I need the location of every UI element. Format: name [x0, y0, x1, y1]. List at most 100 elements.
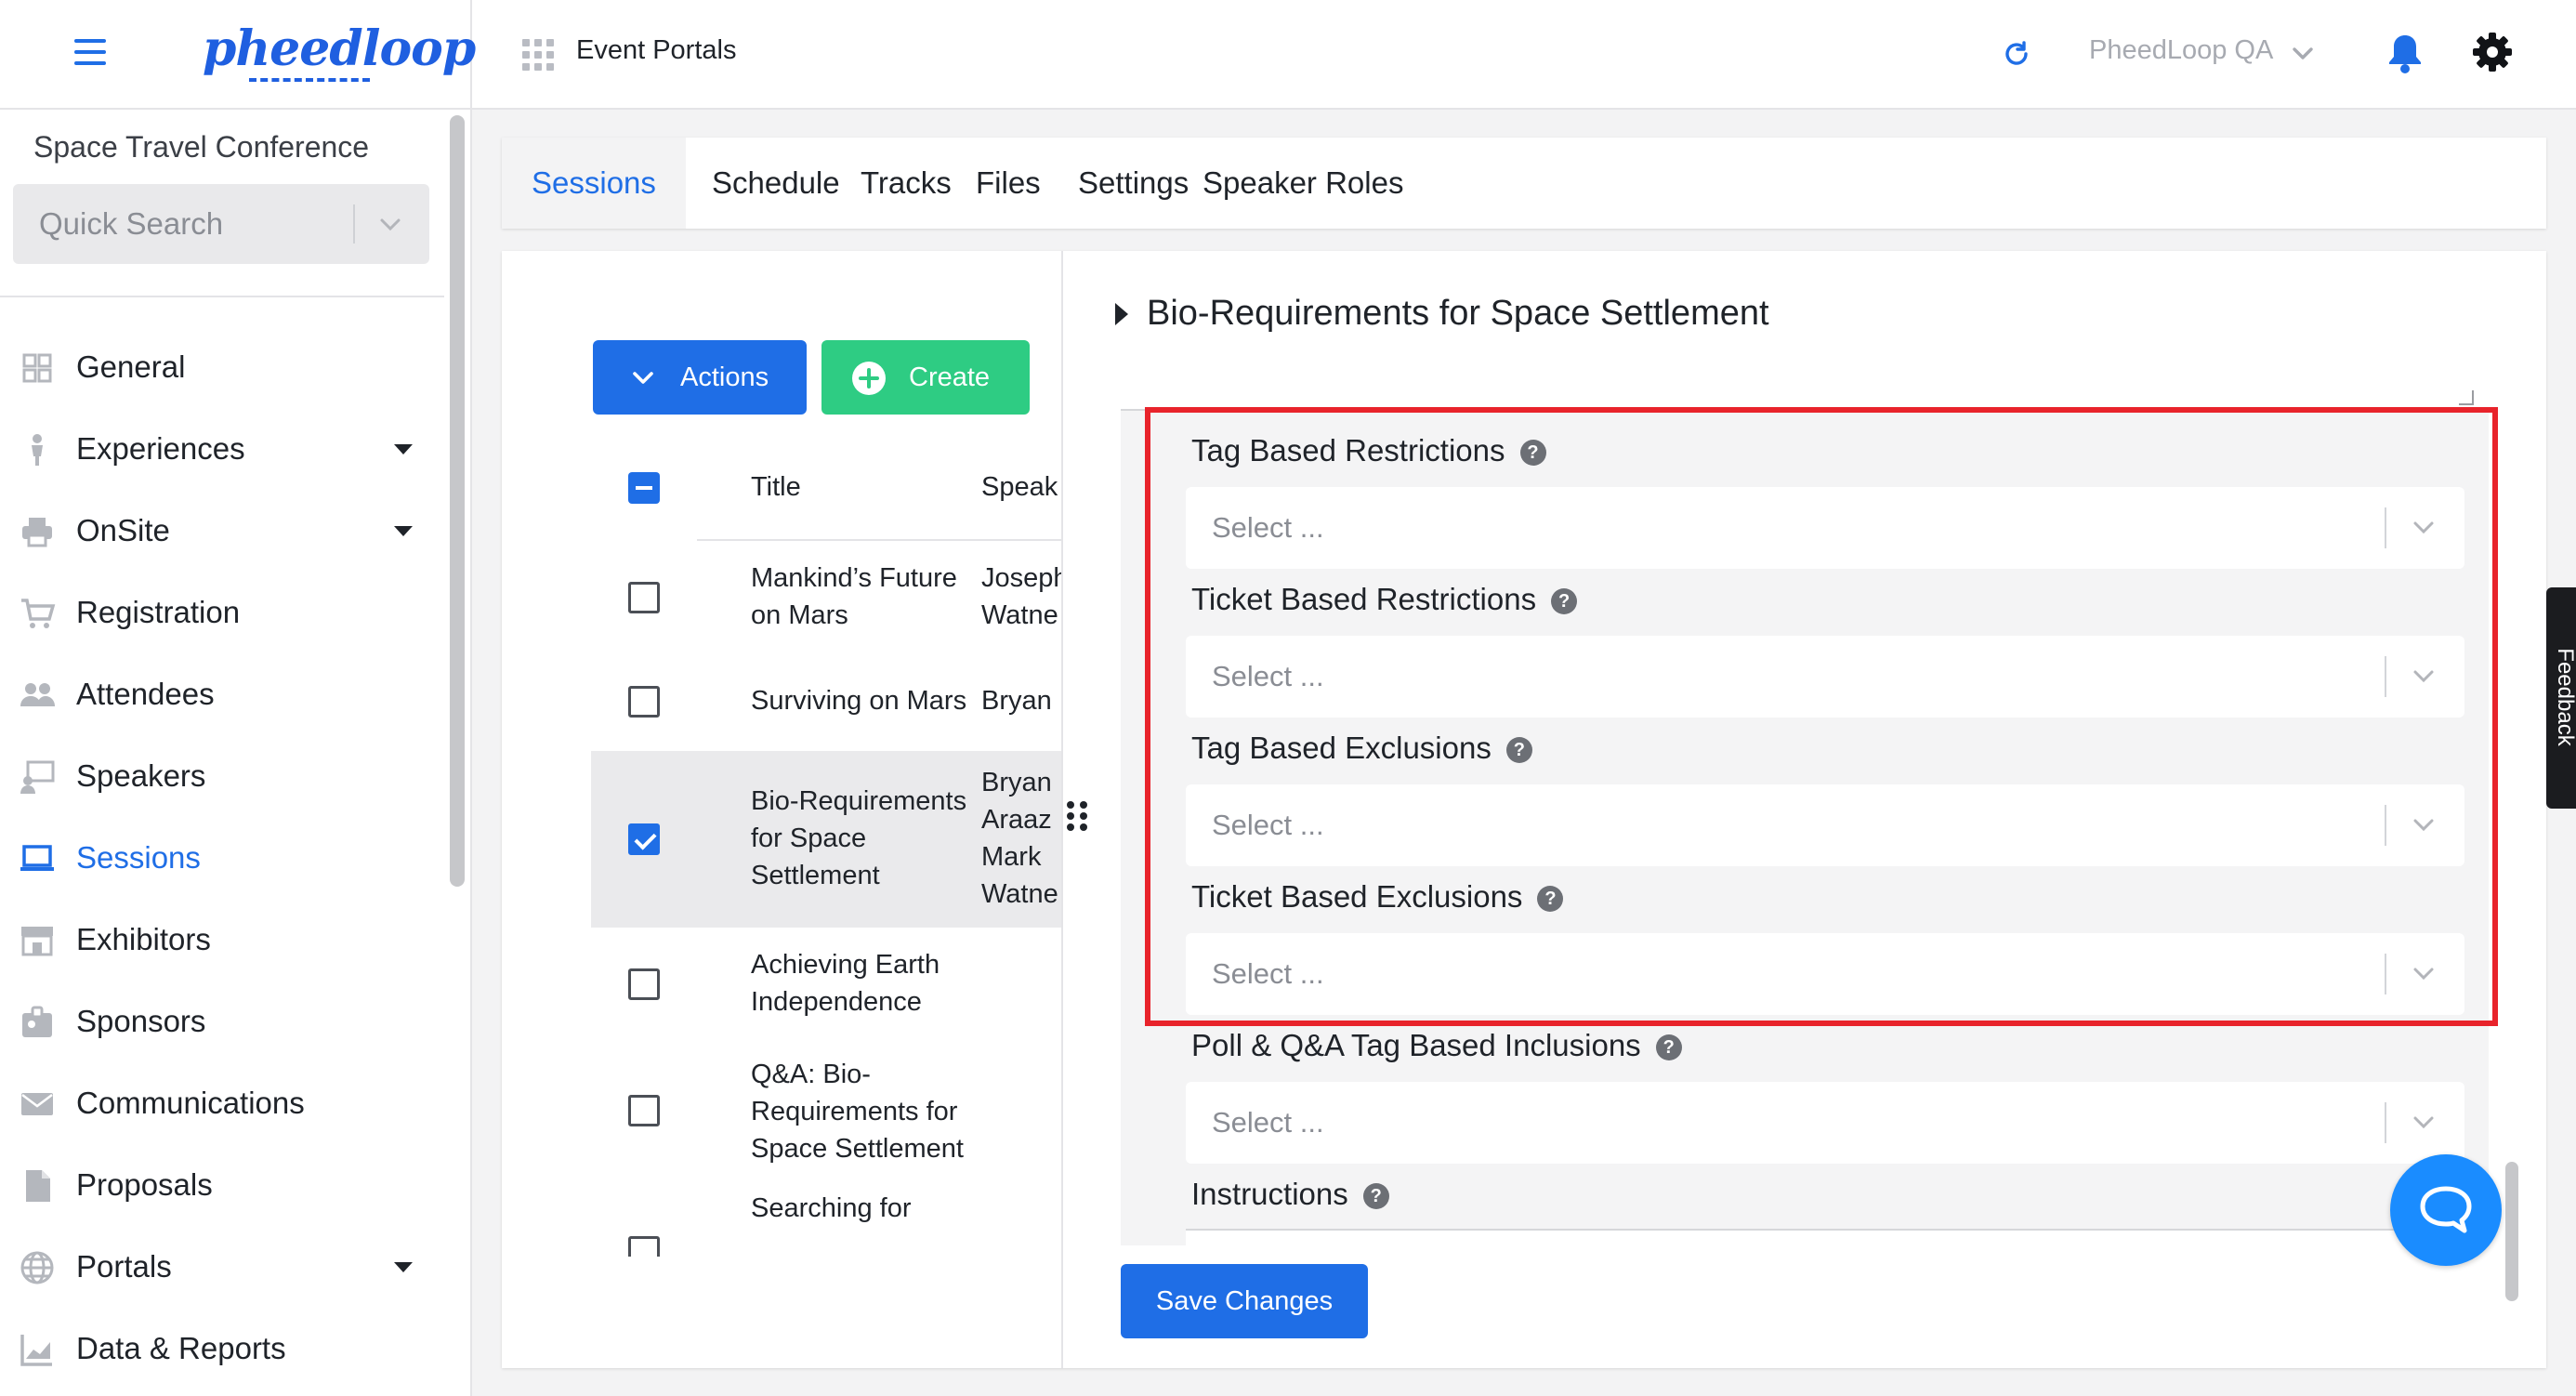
column-speaker[interactable]: Speak	[981, 472, 1058, 503]
row-checkbox[interactable]	[628, 1236, 660, 1257]
table-row[interactable]: Mankind’s Future on Mars Joseph Watne	[591, 541, 1063, 654]
ticket-exclusions-label: Ticket Based Exclusions?	[1191, 879, 1564, 915]
table-row[interactable]: Surviving on Mars Bryan	[591, 654, 1061, 751]
sidebar-item-general[interactable]: General	[0, 327, 444, 409]
sidebar-item-data-reports[interactable]: Data & Reports	[0, 1309, 444, 1390]
sidebar-item-portals[interactable]: Portals	[0, 1227, 444, 1309]
envelope-icon	[21, 1093, 53, 1115]
save-changes-button[interactable]: Save Changes	[1121, 1264, 1368, 1338]
hamburger-menu-icon[interactable]	[74, 39, 106, 67]
session-title: Bio-Requirements for Space Settlement	[751, 786, 967, 890]
caret-down-icon[interactable]	[394, 444, 413, 454]
sidebar-item-attendees[interactable]: Attendees	[0, 654, 444, 736]
row-checkbox[interactable]	[628, 968, 660, 1000]
session-detail-form: Tag Based Restrictions? Select ... Ticke…	[1121, 381, 2489, 1245]
chevron-down-icon[interactable]	[2290, 41, 2316, 67]
select-all-checkbox[interactable]	[628, 472, 660, 504]
row-checkbox-checked[interactable]	[628, 823, 660, 855]
column-title[interactable]: Title	[751, 472, 801, 503]
row-checkbox[interactable]	[628, 582, 660, 613]
help-icon[interactable]: ?	[1505, 737, 1532, 763]
sidebar-item-registration[interactable]: Registration	[0, 573, 444, 654]
sidebar-item-communications[interactable]: Communications	[0, 1063, 444, 1145]
help-icon[interactable]: ?	[1519, 440, 1546, 466]
storefront-icon	[21, 927, 53, 956]
sidebar-item-onsite[interactable]: OnSite	[0, 491, 444, 573]
refresh-icon[interactable]	[2000, 37, 2033, 71]
session-tabs: Sessions Schedule Tracks Files Settings …	[502, 138, 2546, 229]
laptop-icon	[20, 845, 54, 871]
tag-exclusions-select[interactable]: Select ...	[1186, 784, 2464, 866]
sidebar: Space Travel Conference Quick Search Gen…	[0, 110, 444, 1396]
drag-handle-icon[interactable]	[1067, 801, 1087, 831]
chevron-down-icon[interactable]	[2411, 664, 2437, 690]
ticket-restrictions-select[interactable]: Select ...	[1186, 636, 2464, 718]
account-switcher[interactable]: PheedLoop QA	[2089, 35, 2273, 66]
sidebar-item-exhibitors[interactable]: Exhibitors	[0, 900, 444, 981]
sessions-card: Actions Create Title Speak Mankind’s Fut…	[502, 251, 2546, 1368]
row-checkbox[interactable]	[628, 1095, 660, 1126]
poll-qa-inclusions-select[interactable]: Select ...	[1186, 1082, 2464, 1164]
pheedloop-logo[interactable]: pheedloop	[203, 17, 476, 91]
chart-icon	[20, 1335, 52, 1366]
sidebar-nav: General Experiences OnSite Registration …	[0, 327, 444, 1390]
table-row[interactable]: Q&A: Bio-Requirements for Space Settleme…	[591, 1043, 1061, 1182]
plus-circle-icon	[852, 362, 886, 395]
instructions-label: Instructions?	[1191, 1177, 1389, 1212]
chevron-down-icon[interactable]	[2411, 961, 2437, 987]
tag-restrictions-label: Tag Based Restrictions?	[1191, 433, 1546, 468]
table-row[interactable]: Achieving Earth Independence	[591, 928, 1061, 1043]
quick-search-input[interactable]: Quick Search	[13, 184, 429, 264]
caret-down-icon[interactable]	[394, 526, 413, 536]
sidebar-item-speakers[interactable]: Speakers	[0, 736, 444, 818]
session-title: Q&A: Bio-Requirements for Space Settleme…	[751, 1060, 964, 1164]
session-title: Mankind’s Future on Mars	[751, 563, 957, 630]
sidebar-item-experiences[interactable]: Experiences	[0, 409, 444, 491]
help-icon[interactable]: ?	[1362, 1183, 1389, 1209]
session-speaker: Joseph Watne	[981, 563, 1063, 630]
tag-restrictions-select[interactable]: Select ...	[1186, 487, 2464, 569]
top-bar: pheedloop Event Portals PheedLoop QA	[0, 0, 2576, 110]
ticket-restrictions-label: Ticket Based Restrictions?	[1191, 582, 1578, 617]
table-header: Title Speak	[591, 442, 1061, 539]
table-row-selected[interactable]: Bio-Requirements for Space Settlement Br…	[591, 751, 1061, 928]
tag-exclusions-label: Tag Based Exclusions?	[1191, 731, 1532, 766]
apps-grid-icon[interactable]	[522, 39, 554, 71]
sidebar-item-sessions[interactable]: Sessions	[0, 818, 444, 900]
sidebar-item-proposals[interactable]: Proposals	[0, 1145, 444, 1227]
sidebar-scrollbar[interactable]	[444, 110, 472, 1396]
chevron-down-icon[interactable]	[2411, 812, 2437, 838]
chevron-down-icon[interactable]	[2411, 515, 2437, 541]
create-button[interactable]: Create	[821, 340, 1030, 415]
session-title: Achieving Earth Independence	[751, 950, 940, 1017]
tab-sessions[interactable]: Sessions	[502, 138, 686, 229]
gear-icon[interactable]	[2472, 32, 2513, 72]
help-icon[interactable]: ?	[1551, 588, 1578, 614]
instructions-editor[interactable]	[1186, 1229, 2464, 1245]
chat-support-button[interactable]	[2390, 1154, 2502, 1266]
printer-icon	[22, 518, 52, 547]
chevron-down-icon[interactable]	[2411, 1110, 2437, 1136]
badge-icon	[22, 1006, 52, 1037]
document-icon	[26, 1170, 50, 1202]
people-icon	[20, 683, 55, 706]
collapse-caret-icon[interactable]	[1115, 303, 1128, 325]
person-icon	[32, 434, 43, 466]
help-icon[interactable]: ?	[1655, 1034, 1682, 1060]
help-icon[interactable]: ?	[1537, 886, 1564, 912]
description-textarea[interactable]	[1121, 381, 2489, 411]
bell-icon[interactable]	[2385, 32, 2425, 74]
ticket-exclusions-select[interactable]: Select ...	[1186, 933, 2464, 1015]
detail-scrollbar[interactable]	[2500, 381, 2524, 1301]
feedback-tab[interactable]: Feedback	[2546, 587, 2576, 809]
actions-button[interactable]: Actions	[593, 340, 807, 415]
row-checkbox[interactable]	[628, 686, 660, 718]
caret-down-icon[interactable]	[394, 1262, 413, 1272]
chevron-down-icon[interactable]	[377, 212, 403, 238]
poll-qa-inclusions-label: Poll & Q&A Tag Based Inclusions?	[1191, 1028, 1682, 1063]
sidebar-item-sponsors[interactable]: Sponsors	[0, 981, 444, 1063]
table-row[interactable]: Searching for	[591, 1182, 1061, 1257]
session-list-panel: Actions Create Title Speak Mankind’s Fut…	[502, 251, 1063, 1368]
globe-icon	[20, 1251, 54, 1284]
tab-speaker-roles[interactable]: Speaker Roles	[1173, 138, 1433, 229]
